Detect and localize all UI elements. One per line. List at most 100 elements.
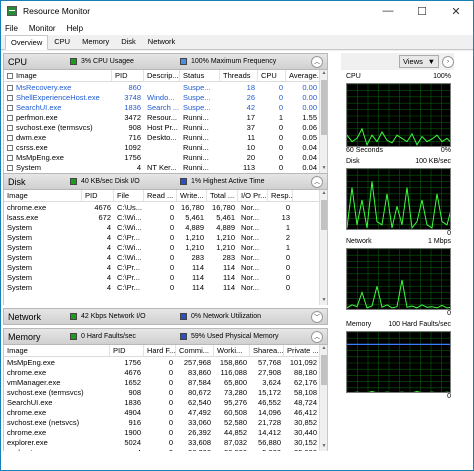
column-header[interactable]: Descrip...: [144, 70, 180, 81]
tab-cpu[interactable]: CPU: [48, 34, 76, 49]
table-row[interactable]: explorer.exe 5024 0 33,608 87,032 56,880 30,15…: [4, 437, 327, 447]
table-cell: System: [4, 253, 82, 262]
table-cell: 908: [110, 388, 144, 397]
cpu-scrollbar[interactable]: ▲ ▼: [319, 70, 327, 173]
column-header[interactable]: PID: [110, 345, 144, 356]
menu-file[interactable]: File: [5, 24, 18, 33]
column-header[interactable]: Average...: [286, 70, 320, 81]
memory-scrollbar[interactable]: ▲ ▼: [319, 345, 327, 451]
collapse-chevron-icon[interactable]: ›: [442, 55, 454, 68]
table-row[interactable]: MsMpEng.exe 1756 Runni... 20 0 0.04: [4, 152, 327, 162]
table-row[interactable]: csrss.exe 1092 Runni... 10 0 0.04: [4, 142, 327, 152]
scroll-down-icon[interactable]: ▼: [320, 165, 327, 173]
column-header[interactable]: Image: [4, 345, 110, 356]
graph-min: 0: [447, 310, 451, 317]
column-header[interactable]: Sharea...: [250, 345, 284, 356]
scroll-up-icon[interactable]: ▲: [320, 345, 327, 353]
column-header[interactable]: PID: [82, 190, 114, 201]
column-header[interactable]: Status: [180, 70, 220, 81]
collapse-chevron-icon[interactable]: ︿: [311, 175, 323, 188]
column-header[interactable]: Hard F...: [144, 345, 176, 356]
disk-scrollbar[interactable]: ▲ ▼: [319, 190, 327, 305]
tab-memory[interactable]: Memory: [76, 34, 115, 49]
table-row[interactable]: System 4 C:\Wi... 0 283 283 Nor... 0: [4, 252, 327, 262]
tab-network[interactable]: Network: [142, 34, 182, 49]
table-row[interactable]: System 4 C:\Pr... 0 114 114 Nor... 0: [4, 262, 327, 272]
menu-help[interactable]: Help: [67, 24, 83, 33]
column-header[interactable]: PID: [112, 70, 144, 81]
table-row[interactable]: chrome.exe 4904 0 47,492 60,508 14,096 46,412: [4, 407, 327, 417]
table-row[interactable]: svchost.exe (netsvcs): [4, 172, 327, 174]
table-row[interactable]: System 4 C:\Wi... 0 1,210 1,210 Nor... 1: [4, 242, 327, 252]
scroll-thumb[interactable]: [321, 355, 327, 385]
row-checkbox[interactable]: [7, 154, 13, 161]
column-header[interactable]: Private ...: [284, 345, 320, 356]
column-header[interactable]: Image: [4, 70, 112, 81]
table-row[interactable]: System 4 NT Ker... Runni... 113 0 0.04: [4, 162, 327, 172]
views-button[interactable]: Views ▼: [399, 55, 439, 68]
cell-text: 3472: [124, 112, 141, 122]
table-row[interactable]: dwm.exe 716 Deskto... Runni... 11 0 0.05: [4, 132, 327, 142]
scroll-up-icon[interactable]: ▲: [320, 70, 327, 78]
table-row[interactable]: System 4 C:\Pr... 0 1,210 1,210 Nor... 2: [4, 232, 327, 242]
cpu-section-header[interactable]: CPU 3% CPU Usagee 100% Maximum Frequency…: [3, 53, 328, 70]
row-checkbox[interactable]: [7, 84, 13, 91]
close-button[interactable]: ✕: [439, 1, 473, 21]
column-header[interactable]: Worki...: [214, 345, 250, 356]
row-checkbox[interactable]: [7, 164, 13, 171]
select-all-checkbox[interactable]: [7, 72, 13, 79]
disk-section-header[interactable]: Disk 40 KB/sec Disk I/O 1% Highest Activ…: [3, 173, 328, 190]
column-header[interactable]: Total ...: [207, 190, 238, 201]
table-row[interactable]: svchost.exe (termsvcs) 908 Host Pr... Runni…: [4, 122, 327, 132]
collapse-chevron-icon[interactable]: ︿: [311, 55, 323, 68]
table-row[interactable]: MsMpEng.exe 1756 0 257,968 158,860 57,768 101,…: [4, 357, 327, 367]
tab-disk[interactable]: Disk: [115, 34, 142, 49]
scroll-down-icon[interactable]: ▼: [320, 297, 327, 305]
maximize-button[interactable]: ☐: [405, 1, 439, 21]
tab-overview[interactable]: Overview: [5, 35, 49, 50]
column-header[interactable]: Write...: [177, 190, 207, 201]
memory-section-header[interactable]: Memory 0 Hard Faults/sec 59% Used Physic…: [3, 328, 328, 345]
table-cell: 860: [112, 83, 144, 92]
expand-chevron-icon[interactable]: ﹀: [311, 310, 323, 323]
row-checkbox[interactable]: [7, 94, 13, 101]
table-row[interactable]: svchost.exe (netsvcs) 916 0 33,060 52,580 21,…: [4, 417, 327, 427]
scroll-thumb[interactable]: [321, 200, 327, 230]
column-header[interactable]: File: [114, 190, 144, 201]
table-row[interactable]: ShellExperienceHost.exe 3748 Windo... Suspe…: [4, 92, 327, 102]
cell-text: 57,768: [258, 357, 281, 367]
table-row[interactable]: System 4 C:\Pr... 0 114 114 Nor... 0: [4, 272, 327, 282]
column-header[interactable]: Commi...: [176, 345, 214, 356]
table-row[interactable]: chrome.exe 4676 C:\Us... 0 16,780 16,780 Nor..…: [4, 202, 327, 212]
table-row[interactable]: chrome.exe 1900 0 26,392 44,852 14,412 30,440: [4, 427, 327, 437]
scroll-down-icon[interactable]: ▼: [320, 443, 327, 451]
table-row[interactable]: vmManager.exe 1652 0 87,584 65,800 3,624 62,17…: [4, 377, 327, 387]
minimize-button[interactable]: —: [371, 1, 405, 21]
table-row[interactable]: svchost.exe (termsvcs) 908 0 80,672 73,280 15…: [4, 387, 327, 397]
table-row[interactable]: System 4 C:\Pr... 0 114 114 Nor... 0: [4, 282, 327, 292]
network-section-header[interactable]: Network 42 Kbps Network I/O 0% Network U…: [3, 308, 328, 325]
table-row[interactable]: MsRecovery.exe 860 Suspe... 18 0 0.00: [4, 82, 327, 92]
row-checkbox[interactable]: [7, 144, 13, 151]
scroll-up-icon[interactable]: ▲: [320, 190, 327, 198]
column-header[interactable]: Read ...: [144, 190, 177, 201]
collapse-chevron-icon[interactable]: ︿: [311, 330, 323, 343]
column-header[interactable]: I/O Pr...: [238, 190, 268, 201]
column-header[interactable]: Image: [4, 190, 82, 201]
table-row[interactable]: SearchUI.exe 1836 Search ... Suspe... 42 0 0.0…: [4, 102, 327, 112]
menu-monitor[interactable]: Monitor: [29, 24, 56, 33]
scroll-thumb[interactable]: [321, 80, 327, 135]
table-row[interactable]: SearchUI.exe 1836 0 62,540 95,276 46,552 48,72…: [4, 397, 327, 407]
table-row[interactable]: chrome.exe 4676 0 83,860 116,088 27,908 88,180: [4, 367, 327, 377]
row-checkbox[interactable]: [7, 104, 13, 111]
column-header[interactable]: Resp...: [268, 190, 293, 201]
row-checkbox[interactable]: [7, 114, 13, 121]
row-checkbox[interactable]: [7, 124, 13, 131]
table-row[interactable]: perfmon.exe 3472 Resour... Runni... 17 1 1.55: [4, 112, 327, 122]
row-checkbox[interactable]: [7, 134, 13, 141]
column-header[interactable]: Threads: [220, 70, 258, 81]
table-row[interactable]: lsass.exe 672 C:\Wi... 0 5,461 5,461 Nor... 13: [4, 212, 327, 222]
column-header[interactable]: CPU: [258, 70, 286, 81]
table-row[interactable]: System 4 C:\Wi... 0 4,889 4,889 Nor... 1: [4, 222, 327, 232]
table-row[interactable]: svchost.exe 4 0 26,300 30,900 5,000 25,900: [4, 447, 327, 452]
